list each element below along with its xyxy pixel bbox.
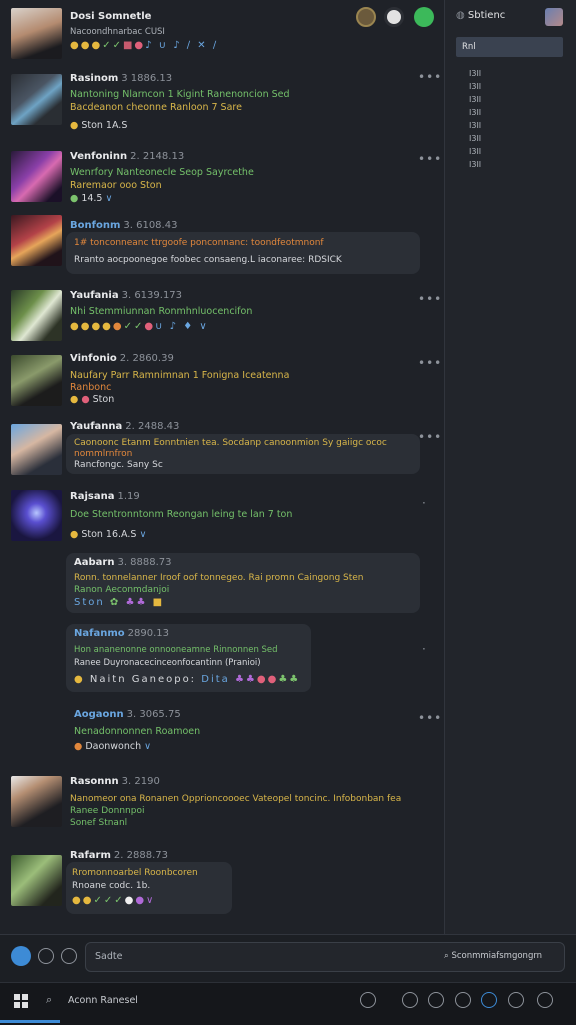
taskbar-app-icon[interactable] (537, 992, 553, 1008)
more-options-icon[interactable]: ⋅ (422, 642, 427, 656)
sidebar-item[interactable]: I3II (469, 121, 481, 130)
taskbar-app-icon[interactable] (481, 992, 497, 1008)
sidebar-avatar[interactable] (545, 8, 563, 26)
post-avatar[interactable] (11, 215, 62, 266)
reaction-count[interactable]: ● Ston 16.A.S ∨ (70, 529, 146, 540)
post-avatar[interactable] (11, 776, 62, 827)
post-author: Nafanmo 2890.13 (74, 628, 169, 639)
post-author: Rajsana 1.19 (70, 491, 140, 502)
post-author: Vinfonio 2. 2860.39 (70, 353, 174, 364)
composer-hint: ⌕ Sconmmiafsmgongrn (444, 951, 543, 961)
post-text: Rnoane codc. 1b. (72, 881, 151, 891)
chat-icon: ◍ (456, 10, 468, 21)
post-author: Bonfonm 3. 6108.43 (70, 220, 178, 231)
reaction-row[interactable]: Ston ✿ ♣♣ ■ (74, 597, 164, 608)
reaction-count[interactable]: ● Daonwonch ∨ (74, 741, 151, 752)
sidebar-item[interactable]: I3II (469, 108, 481, 117)
post-text: nommlrnfron (74, 449, 133, 459)
more-options-icon[interactable]: ••• (418, 430, 442, 444)
sidebar-item[interactable]: I3II (469, 82, 481, 91)
post-text: Ranbonc (70, 382, 112, 393)
message-input-placeholder: Sadte (95, 951, 123, 962)
post-avatar[interactable] (11, 74, 62, 125)
taskbar-search-icon[interactable]: ⌕ (46, 993, 52, 1007)
post-text: Nanomeor ona Ronanen Opprioncoooec Vateo… (70, 794, 402, 804)
post-author: Yaufania 3. 6139.173 (70, 290, 183, 301)
post-text: Sonef Stnanl (70, 818, 128, 828)
post-author: Venfoninn 2. 2148.13 (70, 151, 185, 162)
reaction-row[interactable]: ● Naitn Ganeopo: Dita ♣♣●●♣♣ (74, 674, 300, 685)
post-text: Bacdeanon cheonne Ranloon 7 Sare (70, 102, 242, 113)
reaction-row[interactable]: ●●✓✓✓●●∨ (72, 895, 155, 906)
post-avatar[interactable] (11, 355, 62, 406)
windows-start-icon[interactable] (14, 994, 28, 1008)
post-text: Ranee Donnnpoi (70, 806, 145, 816)
reaction-count[interactable]: ● 14.5 ∨ (70, 193, 112, 204)
page-subtitle: Nacoondhnarbac CUSI (70, 27, 165, 37)
taskbar-app-icon[interactable] (455, 992, 471, 1008)
online-status-icon[interactable] (414, 7, 434, 27)
message-feed: Dosi Somnetle Nacoondhnarbac CUSI ●●●✓✓■… (0, 0, 444, 934)
post-avatar[interactable] (11, 490, 62, 541)
post-text: Wenrfory Nanteonecle Seop Sayrcethe (70, 167, 254, 178)
sidebar-item[interactable]: I3II (469, 95, 481, 104)
post-avatar[interactable] (11, 290, 62, 341)
more-options-icon[interactable]: ••• (418, 292, 442, 306)
post-text: Caonoonc Etanm Eonntnien tea. Socdanp ca… (74, 438, 387, 448)
channel-icon[interactable] (356, 7, 376, 27)
post-text: Raremaor ooo Ston (70, 180, 162, 191)
active-app-indicator (0, 1020, 60, 1023)
taskbar-app-icon[interactable] (360, 992, 376, 1008)
user-icon[interactable] (384, 7, 404, 27)
reaction-row[interactable]: ●●●✓✓■●♪ ∪ ♪ ∕ ✕ ∕ (70, 40, 218, 51)
post-text: Ranon Aeconmdanjoi (74, 585, 170, 595)
post-author: Yaufanna 2. 2488.43 (70, 421, 180, 432)
reaction-row[interactable]: ●●●●●✓✓●∪ ♪ ♦ ∨ (70, 321, 209, 332)
taskbar-search-label[interactable]: Aconn Ranesel (68, 995, 138, 1006)
more-options-icon[interactable]: ⋅ (422, 496, 427, 510)
post-author: Aabarn 3. 8888.73 (74, 557, 172, 568)
post-text: Ranee Duyronacecinceonfocantinn (Pranioi… (74, 658, 261, 668)
gif-icon[interactable] (61, 948, 77, 964)
add-icon[interactable] (11, 946, 31, 966)
post-author: Rasinom 3 1886.13 (70, 73, 173, 84)
post-text: 1# tonconneanc ttrgoofe ponconnanc: toon… (74, 238, 324, 248)
more-options-icon[interactable]: ••• (418, 70, 442, 84)
post-text: Rancfongc. Sany Sc (74, 460, 163, 470)
right-sidebar (444, 0, 576, 934)
more-options-icon[interactable]: ••• (418, 356, 442, 370)
post-author: Rasonnn 3. 2190 (70, 776, 160, 787)
post-text: Rranto aocpoonegoe foobec consaeng.L iac… (74, 255, 342, 265)
post-text: Doe Stentronntonm Reongan leing te lan 7… (70, 509, 293, 520)
more-options-icon[interactable]: ••• (418, 152, 442, 166)
sidebar-item-label: Rnl (462, 42, 476, 52)
post-author: Rafarm 2. 2888.73 (70, 850, 168, 861)
post-text: Hon ananenonne onnooneamne Rinnonnen Sed (74, 645, 278, 655)
emoji-icon[interactable] (38, 948, 54, 964)
reaction-count[interactable]: ● Ston 1A.S (70, 120, 127, 131)
taskbar-app-icon[interactable] (428, 992, 444, 1008)
app-window: Dosi Somnetle Nacoondhnarbac CUSI ●●●✓✓■… (0, 0, 576, 1025)
taskbar-app-icon[interactable] (508, 992, 524, 1008)
sidebar-item[interactable]: I3II (469, 69, 481, 78)
post-avatar[interactable] (11, 424, 62, 475)
profile-avatar[interactable] (11, 8, 62, 59)
post-text: Nantoning Nlarncon 1 Kigint Ranenoncion … (70, 89, 290, 100)
post-text: Nhi Stemmiunnan Ronmhnluocencifon (70, 306, 253, 317)
sidebar-item[interactable]: I3II (469, 134, 481, 143)
taskbar-app-icon[interactable] (402, 992, 418, 1008)
sidebar-item[interactable]: I3II (469, 147, 481, 156)
post-text: Nenadonnonnen Roamoen (74, 726, 201, 737)
reaction-count[interactable]: ● ● Ston (70, 394, 114, 405)
page-title: Dosi Somnetle (70, 11, 152, 22)
post-avatar[interactable] (11, 151, 62, 202)
post-text: Ronn. tonnelanner Iroof oof tonnegeo. Ra… (74, 573, 364, 583)
more-options-icon[interactable]: ••• (418, 711, 442, 725)
post-avatar[interactable] (11, 855, 62, 906)
post-text: Rromonnoarbel Roonbcoren (72, 868, 198, 878)
sidebar-header: ◍ Sbtienc (456, 10, 506, 21)
post-author: Aogaonn 3. 3065.75 (74, 709, 181, 720)
post-text: Naufary Parr Ramnimnan 1 Fonigna Iceaten… (70, 370, 290, 381)
sidebar-item[interactable]: I3II (469, 160, 481, 169)
